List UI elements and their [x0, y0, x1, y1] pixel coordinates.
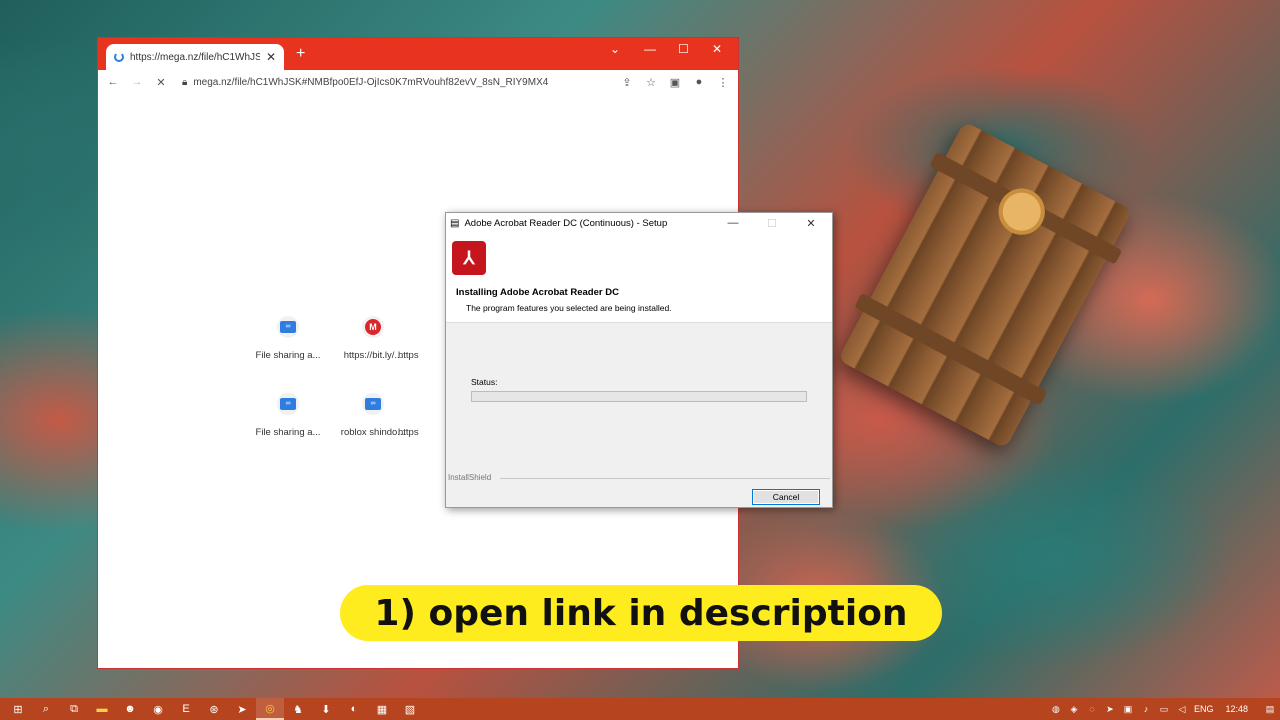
- mega-cloud-icon: ∞: [365, 398, 381, 410]
- shortcut-label: File sharing a...: [255, 427, 321, 438]
- task-view-icon[interactable]: ⧉: [60, 698, 88, 720]
- system-tray: ◍ ◈ ◌ ➤ ▣ ♪ ▭ ◁ ENG 12:48 ▤: [1050, 704, 1276, 715]
- chrome-icon[interactable]: ◎: [256, 698, 284, 720]
- minimize-button[interactable]: —: [644, 42, 656, 56]
- installer-app-icon: ▤: [450, 217, 460, 229]
- maximize-button[interactable]: ☐: [678, 42, 689, 56]
- instruction-banner: 1) open link in description: [340, 585, 942, 641]
- shortcut-label: https: [398, 427, 419, 438]
- address-url[interactable]: mega.nz/file/hC1WhJSK#NMBfpo0EfJ-OjIcs0K…: [193, 77, 606, 88]
- clock[interactable]: 12:48: [1225, 704, 1248, 714]
- lock-icon[interactable]: 🔒︎: [182, 77, 187, 88]
- mega-m-icon: M: [365, 319, 381, 335]
- tray-app-icon[interactable]: ◈: [1068, 704, 1080, 715]
- raft-plank: [854, 293, 1048, 406]
- menu-kebab-icon[interactable]: ⋮: [716, 76, 730, 89]
- installshield-divider: [500, 478, 830, 479]
- tab-title: https://mega.nz/file/hC1WhJSK#: [130, 51, 260, 63]
- mega-cloud-icon: ∞: [280, 321, 296, 333]
- tray-app-icon[interactable]: ➤: [1104, 704, 1116, 715]
- side-panel-icon[interactable]: ▣: [668, 76, 682, 89]
- status-label: Status:: [471, 377, 498, 387]
- cancel-button[interactable]: Cancel: [752, 489, 820, 505]
- close-window-button[interactable]: ✕: [712, 42, 722, 56]
- loading-spinner-icon: [114, 52, 124, 62]
- install-subheading: The program features you selected are be…: [466, 303, 672, 313]
- taskbar: ⊞ ⌕ ⧉ ▬ ☻ ◉ E ⊛ ➤ ◎ ♞ ⬇ ◐ ▦ ▧ ◍ ◈ ◌ ➤ ▣ …: [0, 698, 1280, 720]
- new-tab-button[interactable]: +: [296, 45, 305, 63]
- shortcut-tile[interactable]: https: [398, 393, 448, 438]
- shortcut-tile[interactable]: ∞ File sharing a...: [243, 393, 333, 438]
- volume-icon[interactable]: ◁: [1176, 704, 1188, 715]
- install-progress-bar: [471, 391, 807, 402]
- browser-tab[interactable]: https://mega.nz/file/hC1WhJSK# ✕: [106, 44, 284, 70]
- dialog-maximize-button: ☐: [767, 217, 777, 230]
- shortcut-label: File sharing a...: [255, 350, 321, 361]
- install-heading: Installing Adobe Acrobat Reader DC: [456, 287, 619, 298]
- tray-app-icon[interactable]: ▣: [1122, 704, 1134, 715]
- tray-app-icon[interactable]: ◍: [1050, 704, 1062, 715]
- app-icon[interactable]: ▦: [368, 698, 396, 720]
- telegram-icon[interactable]: ➤: [228, 698, 256, 720]
- back-arrow-icon[interactable]: ←: [106, 76, 120, 88]
- tab-close-icon[interactable]: ✕: [266, 50, 276, 64]
- forward-arrow-icon[interactable]: →: [130, 76, 144, 88]
- network-icon[interactable]: ▭: [1158, 704, 1170, 715]
- dialog-header: ⅄ Installing Adobe Acrobat Reader DC The…: [446, 233, 832, 323]
- app-icon[interactable]: ▧: [396, 698, 424, 720]
- shortcut-label: https: [398, 350, 419, 361]
- app-icon[interactable]: ☻: [116, 698, 144, 720]
- profile-icon[interactable]: ●: [692, 76, 706, 88]
- stop-icon[interactable]: ✕: [154, 76, 168, 89]
- dialog-title: Adobe Acrobat Reader DC (Continuous) - S…: [464, 217, 668, 229]
- language-indicator[interactable]: ENG: [1194, 704, 1214, 714]
- steam-icon[interactable]: ⊛: [200, 698, 228, 720]
- installer-icon[interactable]: ⬇: [312, 698, 340, 720]
- bookmark-star-icon[interactable]: ☆: [644, 76, 658, 89]
- start-windows-icon[interactable]: ⊞: [4, 698, 32, 720]
- shortcut-tile[interactable]: ∞ File sharing a...: [243, 316, 333, 361]
- discord-icon[interactable]: ◉: [144, 698, 172, 720]
- adobe-acrobat-logo-icon: ⅄: [452, 241, 486, 275]
- dialog-minimize-button[interactable]: —: [716, 217, 750, 229]
- tray-app-icon[interactable]: ◌: [1086, 704, 1098, 714]
- epic-games-icon[interactable]: E: [172, 698, 200, 720]
- mega-cloud-icon: ∞: [280, 398, 296, 410]
- obs-icon[interactable]: ◐: [340, 698, 368, 720]
- wallpaper-raft: [837, 121, 1133, 449]
- microphone-icon[interactable]: ♪: [1140, 704, 1152, 714]
- address-bar[interactable]: 🔒︎ mega.nz/file/hC1WhJSK#NMBfpo0EfJ-OjIc…: [178, 72, 610, 92]
- installer-dialog: ▤ Adobe Acrobat Reader DC (Continuous) -…: [445, 212, 833, 508]
- share-icon[interactable]: ⇪: [620, 76, 634, 89]
- tab-strip: https://mega.nz/file/hC1WhJSK# ✕ + ⌄ — ☐…: [98, 38, 738, 70]
- shortcut-tile[interactable]: https: [398, 316, 448, 361]
- file-explorer-icon[interactable]: ▬: [88, 698, 116, 720]
- notifications-icon[interactable]: ▤: [1264, 704, 1276, 715]
- installshield-label: InstallShield: [448, 473, 492, 482]
- dialog-close-button[interactable]: ✕: [794, 217, 828, 230]
- browser-toolbar: ← → ✕ 🔒︎ mega.nz/file/hC1WhJSK#NMBfpo0Ef…: [98, 70, 738, 94]
- tab-search-icon[interactable]: ⌄: [610, 42, 620, 56]
- search-icon[interactable]: ⌕: [32, 698, 60, 720]
- dialog-titlebar: ▤ Adobe Acrobat Reader DC (Continuous) -…: [446, 213, 832, 233]
- app-icon[interactable]: ♞: [284, 698, 312, 720]
